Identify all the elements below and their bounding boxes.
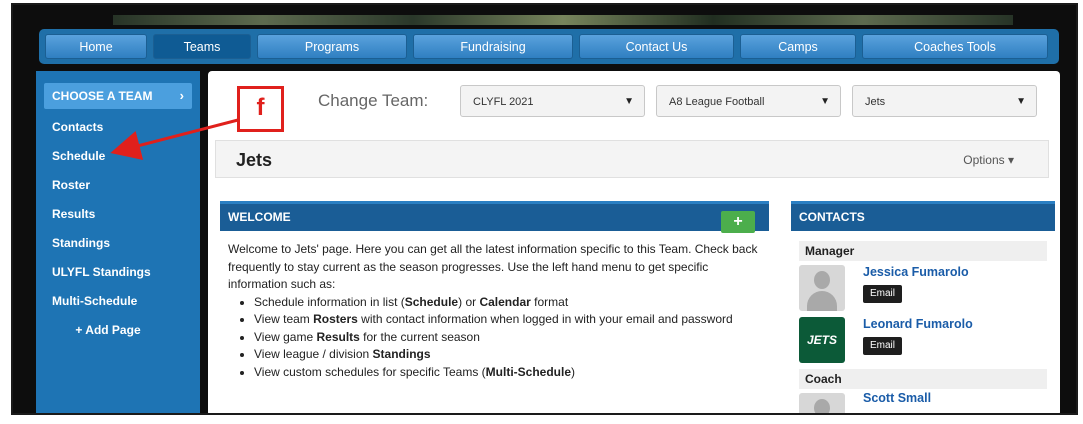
annotation-callout: f [237, 86, 284, 132]
annotation-arrow [110, 118, 239, 161]
